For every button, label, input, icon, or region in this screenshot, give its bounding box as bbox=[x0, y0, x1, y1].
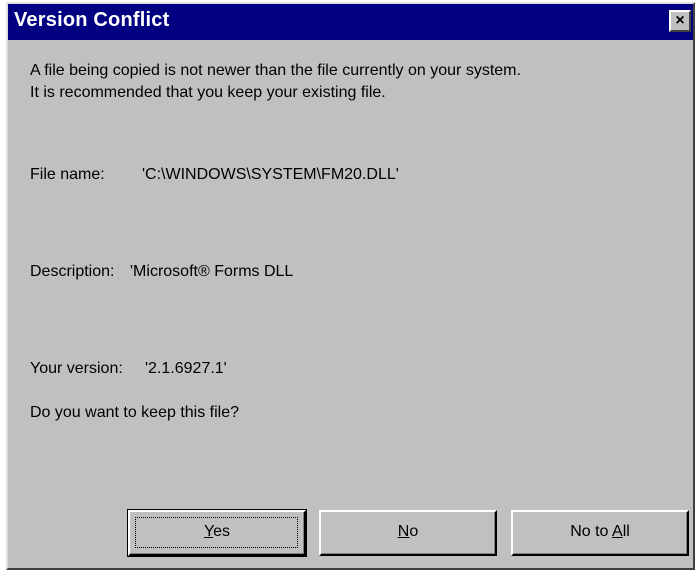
description-value: 'Microsoft® Forms DLL bbox=[130, 263, 294, 280]
file-name-label: File name: bbox=[30, 166, 105, 183]
close-button[interactable]: × bbox=[669, 10, 691, 32]
question-text: Do you want to keep this file? bbox=[30, 404, 240, 421]
message-line-2: It is recommended that you keep your exi… bbox=[30, 84, 386, 101]
version-row: Your version: '2.1.6927.1' bbox=[30, 358, 227, 380]
no-button[interactable]: No bbox=[319, 510, 497, 556]
description-row: Description: 'Microsoft® Forms DLL bbox=[30, 261, 293, 283]
yes-button-label: Yes bbox=[203, 523, 231, 540]
version-label: Your version: bbox=[30, 360, 123, 377]
message-text: A file being copied is not newer than th… bbox=[30, 60, 521, 104]
description-label: Description: bbox=[30, 263, 115, 280]
no-to-all-button-label: No to All bbox=[570, 523, 630, 540]
no-to-all-button[interactable]: No to All bbox=[511, 510, 689, 556]
file-name-row: File name: 'C:\WINDOWS\SYSTEM\FM20.DLL' bbox=[30, 164, 399, 186]
title-bar[interactable]: Version Conflict × bbox=[8, 4, 693, 40]
version-conflict-dialog: Version Conflict × A file being copied i… bbox=[6, 2, 695, 570]
dialog-title: Version Conflict bbox=[14, 9, 170, 31]
no-button-label: No bbox=[397, 523, 419, 540]
close-icon: × bbox=[675, 12, 685, 29]
version-value: '2.1.6927.1' bbox=[145, 360, 227, 377]
message-line-1: A file being copied is not newer than th… bbox=[30, 62, 521, 79]
yes-button[interactable]: Yes bbox=[127, 509, 307, 557]
file-name-value: 'C:\WINDOWS\SYSTEM\FM20.DLL' bbox=[142, 166, 399, 183]
